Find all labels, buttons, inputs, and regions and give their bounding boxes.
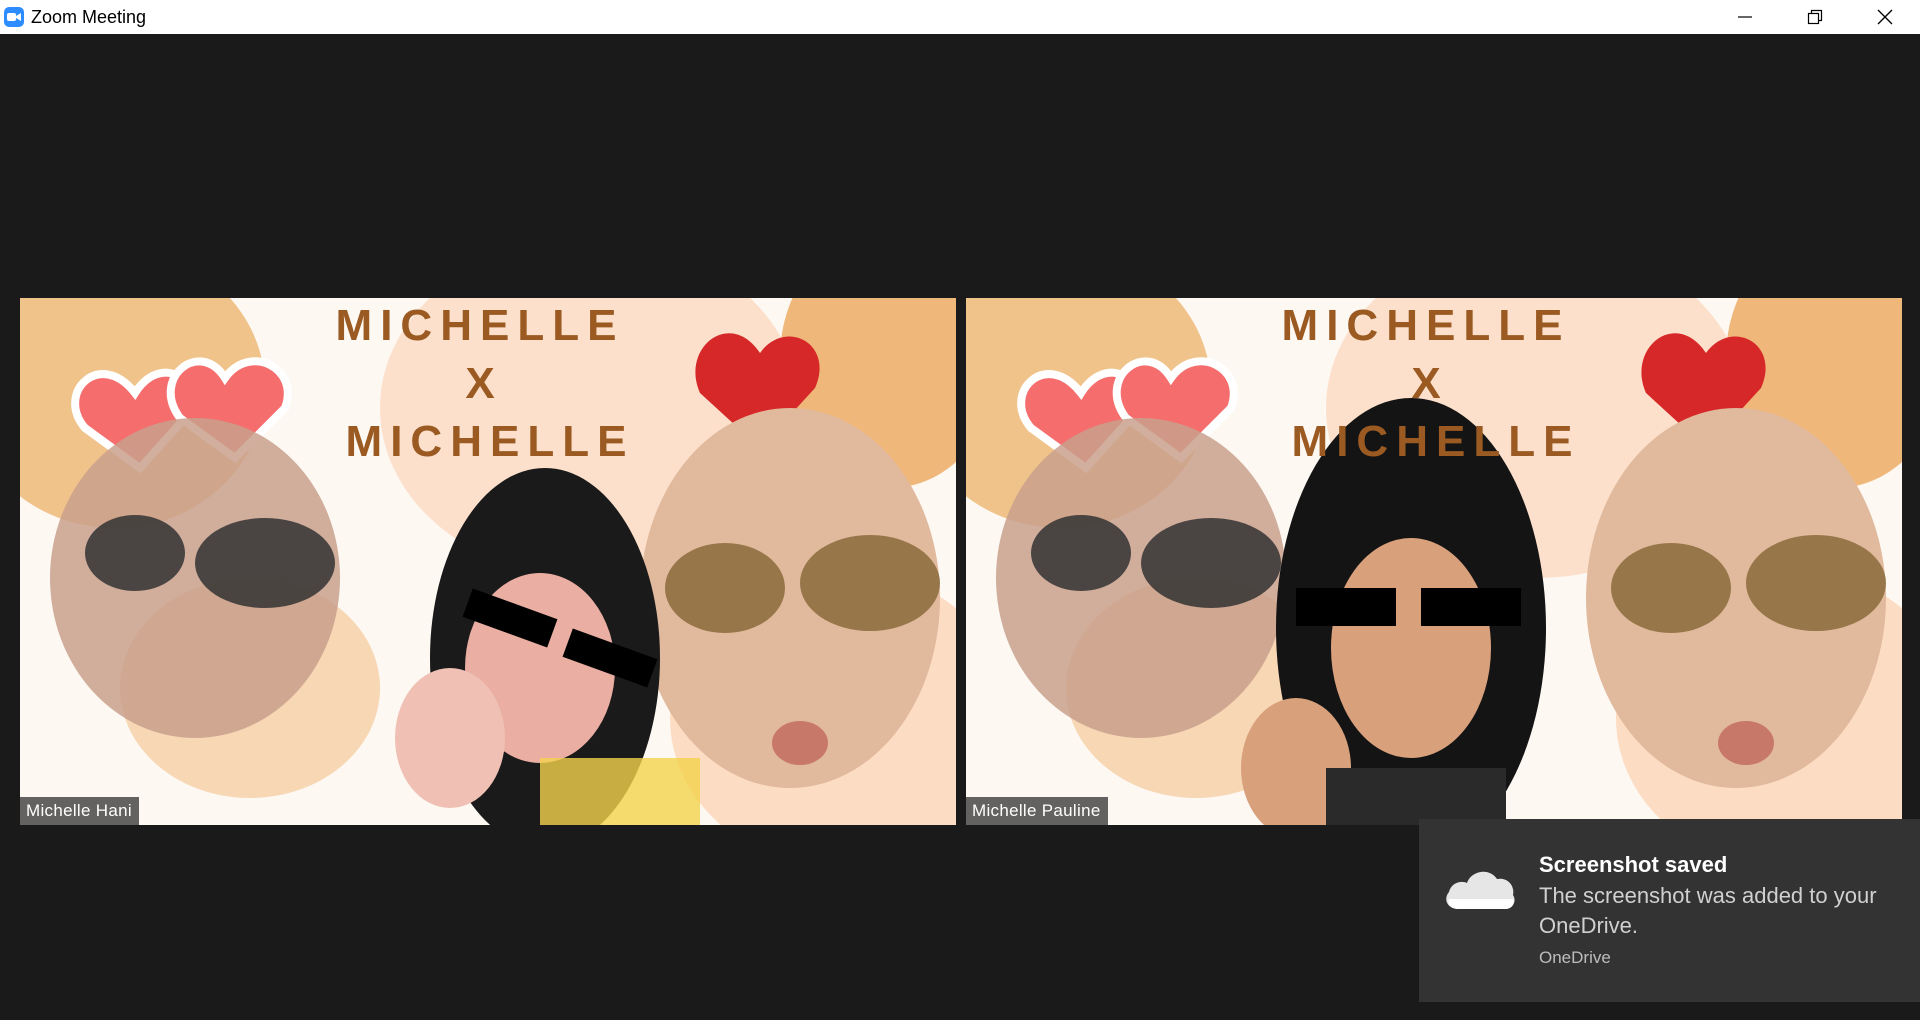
background-text-line-2: X	[1411, 359, 1440, 408]
participant-name-tag: Michelle Pauline	[966, 797, 1108, 825]
minimize-icon	[1738, 16, 1752, 18]
screenshot-saved-notification[interactable]: Screenshot saved The screenshot was adde…	[1419, 819, 1920, 1002]
minimize-button[interactable]	[1710, 0, 1780, 34]
onedrive-cloud-icon	[1446, 871, 1515, 909]
background-text-line-3: MICHELLE	[346, 417, 635, 466]
restore-button[interactable]	[1780, 0, 1850, 34]
notification-body: The screenshot was added to your OneDriv…	[1539, 883, 1877, 938]
video-tile-michelle-hani[interactable]: MICHELLE X MICHELLE Michelle Hani	[20, 298, 956, 825]
background-text-line-3: MICHELLE	[1292, 417, 1581, 466]
background-text-line-1: MICHELLE	[1282, 301, 1571, 350]
close-button[interactable]	[1850, 0, 1920, 34]
close-icon	[1877, 9, 1893, 25]
video-tile-michelle-pauline[interactable]: MICHELLE X MICHELLE Michelle Pauline	[966, 298, 1902, 825]
notification-title: Screenshot saved	[1539, 852, 1728, 877]
window-controls	[1710, 0, 1920, 34]
video-feed: MICHELLE X MICHELLE	[966, 298, 1902, 825]
participant-name-tag: Michelle Hani	[20, 797, 139, 825]
restore-icon	[1807, 9, 1823, 25]
notification-source: OneDrive	[1539, 948, 1611, 967]
zoom-video-icon	[4, 7, 24, 27]
background-text-line-2: X	[465, 359, 494, 408]
meeting-stage: MICHELLE X MICHELLE Michelle Hani MICHEL…	[0, 34, 1920, 1020]
window-title: Zoom Meeting	[31, 6, 147, 27]
background-text-line-1: MICHELLE	[336, 301, 625, 350]
title-bar: Zoom Meeting	[0, 0, 1920, 34]
video-feed: MICHELLE X MICHELLE	[20, 298, 956, 825]
